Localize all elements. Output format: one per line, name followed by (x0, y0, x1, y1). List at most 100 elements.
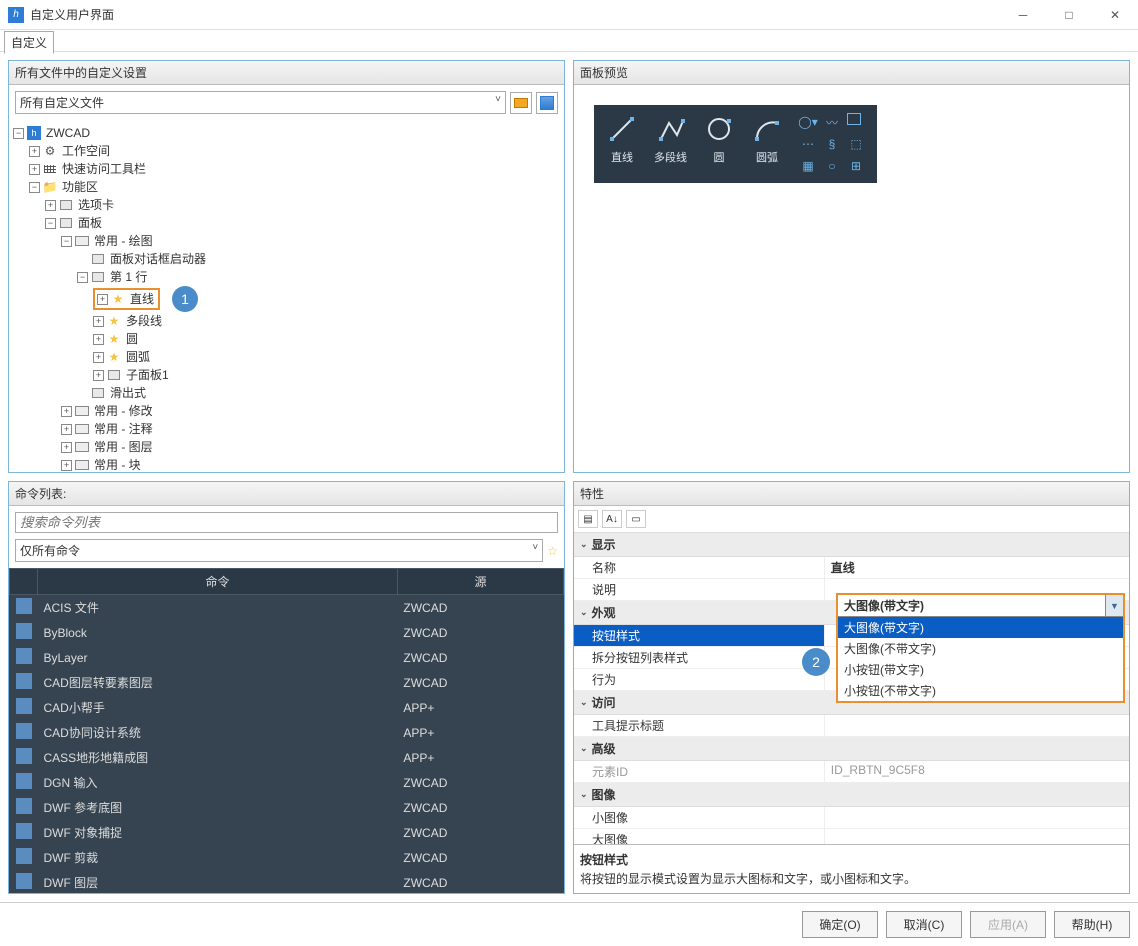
tree-toggle[interactable]: + (93, 370, 104, 381)
categorize-button[interactable]: ▤ (578, 510, 598, 528)
cancel-button[interactable]: 取消(C) (886, 911, 962, 938)
preview-arc-label: 圆弧 (756, 149, 778, 165)
dropdown-selected: 大图像(带文字) (838, 595, 1105, 616)
close-button[interactable]: ✕ (1092, 0, 1138, 29)
tree-toggle[interactable]: + (29, 146, 40, 157)
table-row[interactable]: CAD图层转要素图层ZWCAD (10, 670, 564, 695)
command-icon (16, 873, 32, 889)
tree-toggle[interactable]: + (45, 200, 56, 211)
dropdown-option[interactable]: 小按钮(带文字) (838, 659, 1123, 680)
tree-group-layer[interactable]: 常用 - 图层 (92, 438, 155, 456)
titlebar: h 自定义用户界面 ─ □ ✕ (0, 0, 1138, 30)
maximize-button[interactable]: □ (1046, 0, 1092, 29)
chevron-down-icon[interactable]: ▼ (1105, 595, 1123, 616)
command-icon (16, 598, 32, 614)
tree-toggle[interactable]: + (29, 164, 40, 175)
annotation-highlight-1: +★直线 (93, 288, 160, 310)
prop-bigimg-label: 大图像 (574, 829, 824, 844)
tree-group-draw[interactable]: 常用 - 绘图 (92, 232, 155, 250)
tree-qat[interactable]: 快速访问工具栏 (60, 160, 148, 178)
tree-subpanel[interactable]: 子面板1 (124, 366, 171, 384)
tree-toggle[interactable]: − (29, 182, 40, 193)
command-source: APP+ (397, 695, 563, 720)
tree-toggle[interactable]: − (61, 236, 72, 247)
table-row[interactable]: CAD小帮手APP+ (10, 695, 564, 720)
tree-toggle[interactable]: + (61, 460, 72, 471)
tree-view[interactable]: −hZWCAD +⚙工作空间 +快速访问工具栏 −📁功能区 +选项卡 −面板 −… (9, 120, 564, 472)
tree-toggle[interactable]: − (45, 218, 56, 229)
tree-toggle[interactable]: + (93, 352, 104, 363)
window-title: 自定义用户界面 (30, 6, 1000, 23)
table-row[interactable]: DWF 对象捕捉ZWCAD (10, 820, 564, 845)
command-search-input[interactable] (15, 512, 558, 533)
sort-button[interactable]: A↓ (602, 510, 622, 528)
tree-line[interactable]: 直线 (128, 290, 156, 308)
col-source[interactable]: 源 (397, 569, 563, 595)
tree-dlg[interactable]: 面板对话框启动器 (108, 250, 208, 268)
file-dropdown[interactable]: 所有自定义文件 (15, 91, 506, 114)
tree-toggle[interactable]: − (77, 272, 88, 283)
open-folder-button[interactable] (510, 92, 532, 114)
save-button[interactable] (536, 92, 558, 114)
tree-toggle[interactable]: − (13, 128, 24, 139)
tree-group-annotate[interactable]: 常用 - 注释 (92, 420, 155, 438)
tree-root[interactable]: ZWCAD (44, 124, 92, 142)
prop-tooltip-value[interactable] (824, 715, 1129, 736)
table-row[interactable]: DWF 参考底图ZWCAD (10, 795, 564, 820)
table-row[interactable]: DWF 图层ZWCAD (10, 870, 564, 893)
tree-ribbon[interactable]: 功能区 (60, 178, 100, 196)
ok-button[interactable]: 确定(O) (802, 911, 878, 938)
star-icon[interactable]: ☆ (547, 544, 558, 558)
command-name: ByBlock (38, 620, 398, 645)
tree-tabs[interactable]: 选项卡 (76, 196, 116, 214)
table-row[interactable]: DWF 剪裁ZWCAD (10, 845, 564, 870)
dropdown-option[interactable]: 大图像(不带文字) (838, 638, 1123, 659)
tree-polyline[interactable]: 多段线 (124, 312, 164, 330)
circle-icon (703, 113, 735, 145)
command-icon (16, 748, 32, 764)
ellipse-icon: ◯▾ (799, 113, 817, 131)
tree-arc[interactable]: 圆弧 (124, 348, 152, 366)
prop-bigimg-value[interactable] (824, 829, 1129, 844)
table-row[interactable]: ByLayerZWCAD (10, 645, 564, 670)
tree-toggle[interactable]: + (61, 424, 72, 435)
menu-tab-customize[interactable]: 自定义 (4, 31, 54, 54)
cat-image[interactable]: ⌄图像 (574, 783, 1129, 807)
tree-toggle[interactable]: + (61, 442, 72, 453)
tree-toggle[interactable]: + (93, 316, 104, 327)
help-button[interactable]: 帮助(H) (1054, 911, 1130, 938)
tree-toggle[interactable]: + (93, 334, 104, 345)
dropdown-option[interactable]: 小按钮(不带文字) (838, 680, 1123, 701)
tree-group-modify[interactable]: 常用 - 修改 (92, 402, 155, 420)
dropdown-option[interactable]: 大图像(带文字) (838, 617, 1123, 638)
tree-row1[interactable]: 第 1 行 (108, 268, 149, 286)
prop-smallimg-value[interactable] (824, 807, 1129, 828)
command-filter-dropdown[interactable]: 仅所有命令 (15, 539, 543, 562)
book-icon (75, 234, 89, 248)
star-icon: ★ (111, 292, 125, 306)
cat-advanced[interactable]: ⌄高级 (574, 737, 1129, 761)
command-source: ZWCAD (397, 820, 563, 845)
tree-slideout[interactable]: 滑出式 (108, 384, 148, 402)
table-row[interactable]: CAD协同设计系统APP+ (10, 720, 564, 745)
tree-workspace[interactable]: 工作空间 (60, 142, 112, 160)
btnstyle-dropdown-open[interactable]: 大图像(带文字) ▼ 大图像(带文字) 大图像(不带文字) 小按钮(带文字) 小… (836, 593, 1125, 703)
prop-name-value[interactable]: 直线 (824, 557, 1129, 578)
pages-button[interactable]: ▭ (626, 510, 646, 528)
table-row[interactable]: ByBlockZWCAD (10, 620, 564, 645)
row-icon (91, 270, 105, 284)
cat-display[interactable]: ⌄显示 (574, 533, 1129, 557)
star-icon: ★ (107, 314, 121, 328)
tree-toggle[interactable]: + (61, 406, 72, 417)
table-row[interactable]: DGN 输入ZWCAD (10, 770, 564, 795)
table-row[interactable]: CASS地形地籍成图APP+ (10, 745, 564, 770)
preview-polyline-label: 多段线 (654, 149, 687, 165)
app-icon: h (8, 7, 24, 23)
tree-circle[interactable]: 圆 (124, 330, 140, 348)
col-command[interactable]: 命令 (38, 569, 398, 595)
tree-toggle[interactable]: + (97, 294, 108, 305)
tree-group-block[interactable]: 常用 - 块 (92, 456, 143, 472)
table-row[interactable]: ACIS 文件ZWCAD (10, 595, 564, 621)
minimize-button[interactable]: ─ (1000, 0, 1046, 29)
tree-panels[interactable]: 面板 (76, 214, 104, 232)
